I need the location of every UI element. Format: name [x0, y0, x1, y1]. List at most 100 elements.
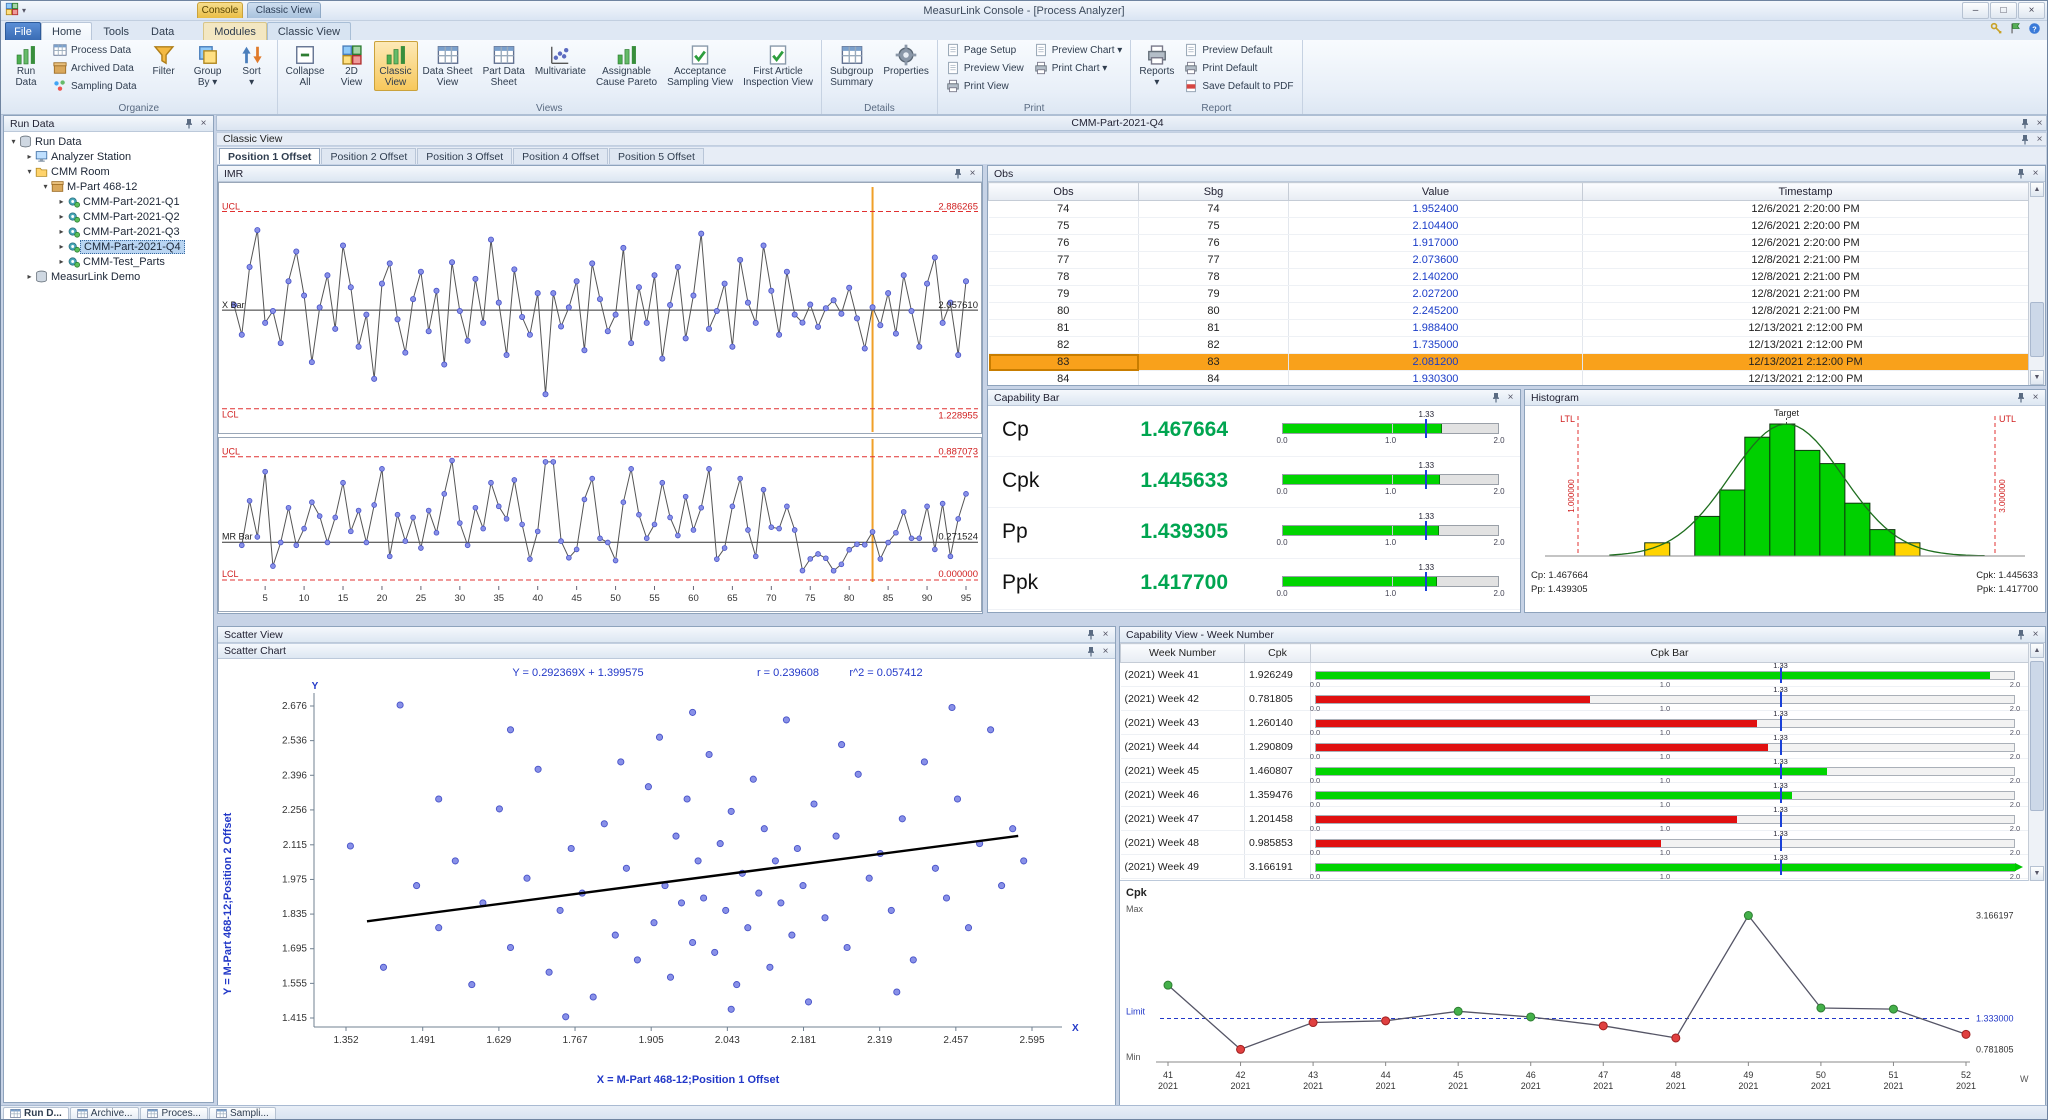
- ribbon-button-reports[interactable]: Reports▾: [1134, 41, 1179, 91]
- tree-item-cmm-part-2021-q4[interactable]: ▸CMM-Part-2021-Q4: [4, 239, 213, 254]
- ribbon-button-save-default-to-pdf[interactable]: Save Default to PDF: [1181, 78, 1296, 94]
- close-icon[interactable]: ×: [1504, 392, 1517, 404]
- week-row-2021-week-48[interactable]: (2021) Week 480.9858531.330.01.02.0: [1121, 831, 2029, 855]
- ribbon-button-preview-view[interactable]: Preview View: [943, 60, 1027, 76]
- obs-row-78[interactable]: 78782.14020012/8/2021 2:21:00 PM: [989, 269, 2029, 286]
- ribbon-button-acceptance-sampling-view[interactable]: AcceptanceSampling View: [662, 41, 738, 91]
- close-icon[interactable]: ×: [2033, 133, 2046, 145]
- tab-home[interactable]: Home: [41, 22, 92, 40]
- pin-icon[interactable]: [2014, 168, 2027, 180]
- pin-icon[interactable]: [951, 168, 964, 180]
- obs-row-74[interactable]: 74741.95240012/6/2021 2:20:00 PM: [989, 201, 2029, 218]
- week-row-2021-week-41[interactable]: (2021) Week 411.9262491.330.01.02.0: [1121, 663, 2029, 687]
- help-status[interactable]: ?: [2028, 22, 2041, 38]
- obs-row-79[interactable]: 79792.02720012/8/2021 2:21:00 PM: [989, 286, 2029, 303]
- tree-item-cmm-part-2021-q2[interactable]: ▸CMM-Part-2021-Q2: [4, 209, 213, 224]
- close-icon[interactable]: ×: [197, 118, 210, 130]
- tab-position-3-offset[interactable]: Position 3 Offset: [417, 148, 512, 164]
- tab-position-5-offset[interactable]: Position 5 Offset: [609, 148, 704, 164]
- ribbon-button-print-chart[interactable]: Print Chart ▾: [1031, 60, 1126, 76]
- pin-icon[interactable]: [1084, 629, 1097, 641]
- ribbon-button-page-setup[interactable]: Page Setup: [943, 42, 1027, 58]
- ribbon-button-preview-chart[interactable]: Preview Chart ▾: [1031, 42, 1126, 58]
- scroll-down-icon[interactable]: ▼: [2030, 370, 2044, 385]
- obs-row-81[interactable]: 81811.98840012/13/2021 2:12:00 PM: [989, 320, 2029, 337]
- pin-icon[interactable]: [2014, 392, 2027, 404]
- tab-position-1-offset[interactable]: Position 1 Offset: [219, 148, 320, 164]
- minimize-button[interactable]: –: [1962, 2, 1989, 19]
- week-table-scrollbar[interactable]: ▲ ▼: [2028, 643, 2045, 881]
- ribbon-button-assignable-cause-pareto[interactable]: AssignableCause Pareto: [591, 41, 662, 91]
- ribbon-button-print-default[interactable]: Print Default: [1181, 60, 1296, 76]
- ribbon-button-process-data[interactable]: Process Data: [50, 42, 140, 58]
- tab-file[interactable]: File: [5, 22, 41, 40]
- obs-row-77[interactable]: 77772.07360012/8/2021 2:21:00 PM: [989, 252, 2029, 269]
- chevron-right-icon[interactable]: ▸: [56, 257, 67, 266]
- week-row-2021-week-43[interactable]: (2021) Week 431.2601401.330.01.02.0: [1121, 711, 2029, 735]
- tab-position-2-offset[interactable]: Position 2 Offset: [321, 148, 416, 164]
- tab-data[interactable]: Data: [140, 22, 185, 40]
- tree-item-cmm-test-parts[interactable]: ▸CMM-Test_Parts: [4, 254, 213, 269]
- chevron-down-icon[interactable]: ▾: [40, 182, 51, 191]
- chevron-down-icon[interactable]: ▾: [24, 167, 35, 176]
- chevron-right-icon[interactable]: ▸: [56, 227, 67, 236]
- obs-row-80[interactable]: 80802.24520012/8/2021 2:21:00 PM: [989, 303, 2029, 320]
- maximize-button[interactable]: □: [1990, 2, 2017, 19]
- obs-scrollbar[interactable]: ▲ ▼: [2028, 182, 2045, 385]
- ribbon-button-properties[interactable]: Properties: [878, 41, 934, 80]
- pin-icon[interactable]: [1489, 392, 1502, 404]
- scroll-down-icon[interactable]: ▼: [2030, 866, 2044, 881]
- obs-column-sbg[interactable]: Sbg: [1139, 183, 1289, 201]
- ribbon-button-filter[interactable]: Filter: [142, 41, 186, 80]
- week-row-2021-week-45[interactable]: (2021) Week 451.4608071.330.01.02.0: [1121, 759, 2029, 783]
- ribbon-button-print-view[interactable]: Print View: [943, 78, 1027, 94]
- chevron-right-icon[interactable]: ▸: [56, 212, 67, 221]
- chevron-right-icon[interactable]: ▸: [56, 197, 67, 206]
- week-row-2021-week-49[interactable]: (2021) Week 493.1661911.330.01.02.0: [1121, 855, 2029, 879]
- statusbar-tab-sampli[interactable]: Sampli...: [209, 1107, 276, 1120]
- ribbon-button-classic-view[interactable]: ClassicView: [374, 41, 418, 91]
- statusbar-tab-archive[interactable]: Archive...: [70, 1107, 140, 1120]
- chevron-right-icon[interactable]: ▸: [24, 272, 35, 281]
- tree-item-cmm-room[interactable]: ▾CMM Room: [4, 164, 213, 179]
- scroll-up-icon[interactable]: ▲: [2030, 182, 2044, 197]
- ribbon-button-archived-data[interactable]: Archived Data: [50, 60, 140, 76]
- tree-item-analyzer-station[interactable]: ▸Analyzer Station: [4, 149, 213, 164]
- obs-column-value[interactable]: Value: [1289, 183, 1583, 201]
- week-row-2021-week-42[interactable]: (2021) Week 420.7818051.330.01.02.0: [1121, 687, 2029, 711]
- ribbon-button-subgroup-summary[interactable]: SubgroupSummary: [825, 41, 878, 91]
- pin-icon[interactable]: [1084, 645, 1097, 657]
- key-status[interactable]: [1990, 22, 2003, 38]
- obs-row-75[interactable]: 75752.10440012/6/2021 2:20:00 PM: [989, 218, 2029, 235]
- ribbon-button-multivariate[interactable]: Multivariate: [530, 41, 591, 80]
- week-row-2021-week-47[interactable]: (2021) Week 471.2014581.330.01.02.0: [1121, 807, 2029, 831]
- tree-item-run-data[interactable]: ▾Run Data: [4, 134, 213, 149]
- ribbon-button-sort[interactable]: Sort▾: [230, 41, 274, 91]
- obs-row-84[interactable]: 84841.93030012/13/2021 2:12:00 PM: [989, 371, 2029, 386]
- scrollbar-thumb[interactable]: [2030, 302, 2044, 357]
- week-row-2021-week-46[interactable]: (2021) Week 461.3594761.330.01.02.0: [1121, 783, 2029, 807]
- statusbar-tab-run-d[interactable]: Run D...: [3, 1107, 69, 1120]
- tab-modules[interactable]: Modules: [203, 22, 267, 40]
- ribbon-button-preview-default[interactable]: Preview Default: [1181, 42, 1296, 58]
- tab-tools[interactable]: Tools: [92, 22, 140, 40]
- obs-column-timestamp[interactable]: Timestamp: [1583, 183, 2029, 201]
- obs-column-obs[interactable]: Obs: [989, 183, 1139, 201]
- tree-item-cmm-part-2021-q3[interactable]: ▸CMM-Part-2021-Q3: [4, 224, 213, 239]
- ribbon-button-data-sheet-view[interactable]: Data SheetView: [418, 41, 478, 91]
- close-icon[interactable]: ×: [2033, 117, 2046, 129]
- statusbar-tab-proces[interactable]: Proces...: [140, 1107, 207, 1120]
- quick-access-dropdown-icon[interactable]: ▾: [22, 6, 26, 15]
- tab-position-4-offset[interactable]: Position 4 Offset: [513, 148, 608, 164]
- pin-icon[interactable]: [2014, 629, 2027, 641]
- ribbon-button-part-data-sheet[interactable]: Part DataSheet: [478, 41, 530, 91]
- pin-icon[interactable]: [2018, 117, 2031, 129]
- week-column-week-number[interactable]: Week Number: [1121, 644, 1245, 663]
- week-column-cpk-bar[interactable]: Cpk Bar: [1311, 644, 2029, 663]
- chevron-right-icon[interactable]: ▸: [24, 152, 35, 161]
- close-button[interactable]: ×: [2018, 2, 2045, 19]
- scrollbar-thumb[interactable]: [2030, 661, 2044, 811]
- ribbon-button-collapse-all[interactable]: CollapseAll: [281, 41, 330, 91]
- ribbon-button-sampling-data[interactable]: Sampling Data: [50, 78, 140, 94]
- close-icon[interactable]: ×: [1099, 629, 1112, 641]
